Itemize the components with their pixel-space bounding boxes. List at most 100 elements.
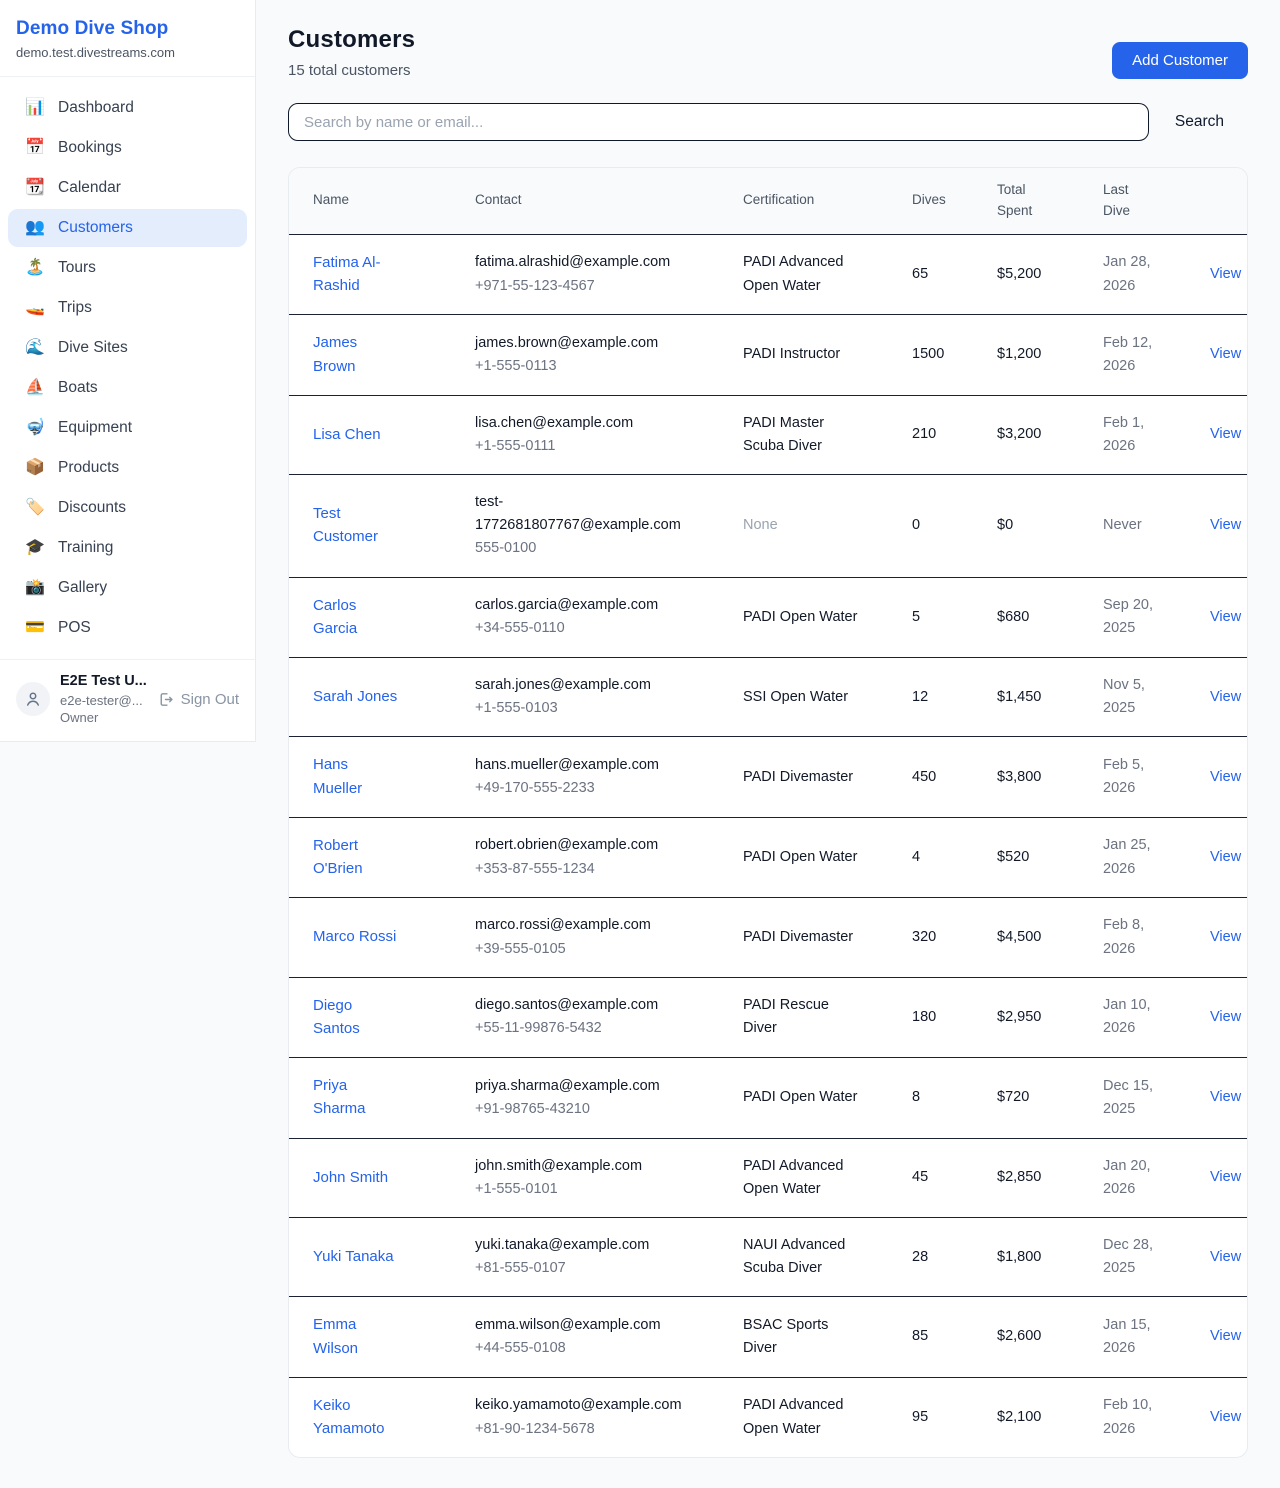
customer-certification: PADI Advanced Open Water	[743, 1394, 863, 1440]
customer-phone: +81-90-1234-5678	[475, 1418, 711, 1441]
sidebar-item-bookings[interactable]: 📅 Bookings	[8, 129, 247, 167]
customer-certification: None	[743, 514, 778, 537]
column-header-contact: Contact	[459, 168, 727, 234]
total-customers-count: 15 total customers	[288, 62, 1248, 79]
customers-table-card: NameContactCertificationDivesTotal Spent…	[288, 167, 1248, 1458]
customer-total-spent: $1,200	[997, 346, 1041, 362]
customer-name-link[interactable]: Sarah Jones	[313, 685, 397, 708]
customer-last-dive: Nov 5, 2025	[1103, 674, 1165, 720]
sidebar-item-label: Gallery	[58, 579, 107, 597]
view-customer-link[interactable]: View	[1210, 346, 1241, 362]
view-customer-link[interactable]: View	[1210, 769, 1241, 785]
customer-certification: PADI Advanced Open Water	[743, 1155, 863, 1201]
sidebar-item-label: Dashboard	[58, 99, 134, 117]
sidebar-item-training[interactable]: 🎓 Training	[8, 529, 247, 567]
sidebar-item-customers[interactable]: 👥 Customers	[8, 209, 247, 247]
customer-name-link[interactable]: Keiko Yamamoto	[313, 1394, 399, 1441]
view-customer-link[interactable]: View	[1210, 1409, 1241, 1425]
customer-dives: 45	[912, 1169, 928, 1185]
table-row: John Smith john.smith@example.com +1-555…	[289, 1138, 1248, 1217]
sidebar-item-label: Dive Sites	[58, 339, 128, 357]
customer-email: emma.wilson@example.com	[475, 1314, 687, 1337]
sidebar-item-label: Customers	[58, 219, 133, 237]
sidebar-item-calendar[interactable]: 📆 Calendar	[8, 169, 247, 207]
customer-last-dive: Feb 8, 2026	[1103, 914, 1165, 960]
customer-name-link[interactable]: Fatima Al-Rashid	[313, 251, 399, 298]
customer-phone: +1-555-0111	[475, 435, 711, 458]
shop-title: Demo Dive Shop	[16, 18, 239, 40]
sidebar-item-label: Tours	[58, 259, 96, 277]
sidebar-item-tours[interactable]: 🏝️ Tours	[8, 249, 247, 287]
customer-last-dive: Feb 1, 2026	[1103, 412, 1165, 458]
view-customer-link[interactable]: View	[1210, 849, 1241, 865]
customer-total-spent: $3,800	[997, 769, 1041, 785]
customer-name-link[interactable]: Hans Mueller	[313, 753, 399, 800]
customer-email: marco.rossi@example.com	[475, 914, 687, 937]
view-customer-link[interactable]: View	[1210, 689, 1241, 705]
customer-dives: 28	[912, 1249, 928, 1265]
sidebar-item-dive-sites[interactable]: 🌊 Dive Sites	[8, 329, 247, 367]
search-input[interactable]	[288, 103, 1149, 141]
nav-icon: 📆	[25, 180, 45, 196]
sidebar-item-boats[interactable]: ⛵ Boats	[8, 369, 247, 407]
customer-total-spent: $720	[997, 1089, 1029, 1105]
search-button[interactable]: Search	[1149, 113, 1248, 131]
customer-phone: +34-555-0110	[475, 617, 711, 640]
search-row: Search	[288, 103, 1248, 141]
customer-email: hans.mueller@example.com	[475, 754, 687, 777]
sidebar-item-pos[interactable]: 💳 POS	[8, 609, 247, 647]
sidebar-item-discounts[interactable]: 🏷️ Discounts	[8, 489, 247, 527]
view-customer-link[interactable]: View	[1210, 1328, 1241, 1344]
customer-certification: PADI Open Water	[743, 1086, 857, 1109]
customer-total-spent: $0	[997, 517, 1013, 533]
customer-certification: NAUI Advanced Scuba Diver	[743, 1234, 863, 1280]
view-customer-link[interactable]: View	[1210, 517, 1241, 533]
customer-name-link[interactable]: Carlos Garcia	[313, 594, 399, 641]
column-header-certification: Certification	[727, 168, 896, 234]
customer-name-link[interactable]: John Smith	[313, 1166, 388, 1189]
sign-out-label: Sign Out	[181, 691, 239, 708]
customer-dives: 4	[912, 849, 920, 865]
customer-name-link[interactable]: Emma Wilson	[313, 1313, 399, 1360]
sidebar-item-dashboard[interactable]: 📊 Dashboard	[8, 89, 247, 127]
user-info: E2E Test U... e2e-tester@... Owner	[60, 672, 147, 727]
view-customer-link[interactable]: View	[1210, 1089, 1241, 1105]
customer-name-link[interactable]: Marco Rossi	[313, 925, 396, 948]
view-customer-link[interactable]: View	[1210, 426, 1241, 442]
sidebar-item-products[interactable]: 📦 Products	[8, 449, 247, 487]
customer-name-link[interactable]: Yuki Tanaka	[313, 1245, 394, 1268]
user-email: e2e-tester@...	[60, 692, 147, 710]
table-row: Sarah Jones sarah.jones@example.com +1-5…	[289, 658, 1248, 737]
avatar	[16, 682, 50, 716]
customer-phone: +971-55-123-4567	[475, 275, 711, 298]
view-customer-link[interactable]: View	[1210, 1009, 1241, 1025]
sidebar-item-label: Calendar	[58, 179, 121, 197]
customer-name-link[interactable]: James Brown	[313, 331, 399, 378]
sign-out-button[interactable]: Sign Out	[157, 691, 239, 708]
customer-email: diego.santos@example.com	[475, 994, 687, 1017]
add-customer-button[interactable]: Add Customer	[1112, 42, 1248, 79]
customer-name-link[interactable]: Test Customer	[313, 502, 399, 549]
customer-name-link[interactable]: Diego Santos	[313, 994, 399, 1041]
view-customer-link[interactable]: View	[1210, 1249, 1241, 1265]
customer-name-link[interactable]: Robert O'Brien	[313, 834, 399, 881]
customer-certification: PADI Advanced Open Water	[743, 251, 863, 297]
view-customer-link[interactable]: View	[1210, 929, 1241, 945]
customer-name-link[interactable]: Lisa Chen	[313, 423, 381, 446]
view-customer-link[interactable]: View	[1210, 1169, 1241, 1185]
sidebar-header: Demo Dive Shop demo.test.divestreams.com	[0, 0, 255, 77]
sidebar-item-gallery[interactable]: 📸 Gallery	[8, 569, 247, 607]
customer-certification: PADI Divemaster	[743, 926, 853, 949]
customer-certification: PADI Open Water	[743, 606, 857, 629]
view-customer-link[interactable]: View	[1210, 266, 1241, 282]
sidebar-item-equipment[interactable]: 🤿 Equipment	[8, 409, 247, 447]
customer-last-dive: Sep 20, 2025	[1103, 594, 1165, 640]
customer-last-dive: Feb 12, 2026	[1103, 332, 1165, 378]
sidebar-item-trips[interactable]: 🚤 Trips	[8, 289, 247, 327]
shop-domain: demo.test.divestreams.com	[16, 45, 239, 60]
customer-phone: +39-555-0105	[475, 938, 711, 961]
customer-phone: +81-555-0107	[475, 1257, 711, 1280]
customer-name-link[interactable]: Priya Sharma	[313, 1074, 399, 1121]
customer-email: james.brown@example.com	[475, 332, 687, 355]
view-customer-link[interactable]: View	[1210, 609, 1241, 625]
